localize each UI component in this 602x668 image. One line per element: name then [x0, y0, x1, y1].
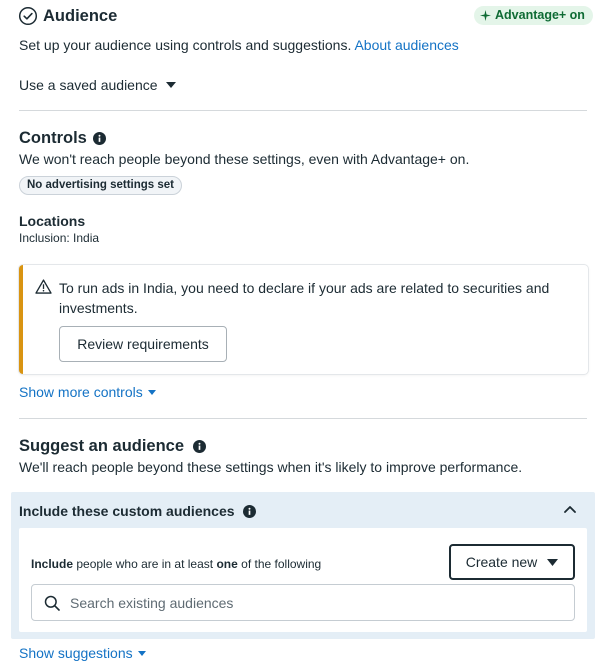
- locations-inclusion: Inclusion: India: [19, 231, 99, 246]
- controls-description: We won't reach people beyond these setti…: [19, 151, 470, 167]
- include-end: of the following: [241, 557, 322, 571]
- inclusion-label: Inclusion:: [19, 231, 70, 245]
- divider: [19, 418, 587, 419]
- advertising-settings-pill: No advertising settings set: [19, 176, 182, 195]
- warning-text: To run ads in India, you need to declare…: [59, 280, 550, 316]
- include-description: Include people who are in at least one o…: [31, 556, 321, 572]
- sparkle-icon: [480, 10, 491, 21]
- section-subtitle: Set up your audience using controls and …: [19, 36, 459, 54]
- controls-title: Controls: [19, 129, 87, 147]
- inclusion-value: India: [73, 231, 100, 245]
- info-icon[interactable]: [92, 131, 106, 145]
- securities-warning-card: To run ads in India, you need to declare…: [19, 265, 588, 374]
- info-icon[interactable]: [242, 504, 256, 518]
- warning-accent-bar: [19, 265, 23, 374]
- custom-audiences-title: Include these custom audiences: [19, 503, 235, 519]
- search-audiences-input[interactable]: [70, 585, 560, 620]
- review-requirements-button[interactable]: Review requirements: [59, 326, 227, 362]
- advantage-badge-label: Advantage+ on: [495, 8, 585, 22]
- info-icon[interactable]: [193, 439, 207, 453]
- advantage-badge: Advantage+ on: [474, 6, 593, 25]
- saved-audience-dropdown[interactable]: Use a saved audience: [19, 76, 176, 94]
- caret-down-icon: [137, 650, 146, 656]
- warning-triangle-icon: [35, 279, 52, 294]
- include-bold: Include: [31, 557, 74, 571]
- include-one: one: [216, 557, 238, 571]
- search-icon: [44, 595, 60, 611]
- search-audiences-field[interactable]: [31, 584, 575, 621]
- create-new-label: Create new: [465, 554, 538, 570]
- suggest-description: We'll reach people beyond these settings…: [19, 459, 523, 475]
- subtitle-text: Set up your audience using controls and …: [19, 37, 352, 53]
- create-new-button[interactable]: Create new: [449, 544, 575, 580]
- show-suggestions-label: Show suggestions: [19, 645, 133, 661]
- caret-down-icon: [547, 558, 559, 566]
- locations-title: Locations: [19, 213, 86, 229]
- show-more-controls-link[interactable]: Show more controls: [19, 383, 156, 401]
- check-circle-icon: [18, 6, 38, 26]
- divider: [19, 110, 587, 111]
- show-more-controls-label: Show more controls: [19, 384, 143, 400]
- saved-audience-label: Use a saved audience: [19, 77, 158, 93]
- suggest-heading: Suggest an audience: [19, 436, 207, 456]
- show-suggestions-link[interactable]: Show suggestions: [19, 644, 146, 662]
- chevron-up-icon[interactable]: [564, 505, 576, 513]
- caret-down-icon: [165, 82, 176, 88]
- section-title: Audience: [43, 7, 118, 25]
- include-mid: people who are in at least: [76, 557, 214, 571]
- custom-audiences-header[interactable]: Include these custom audiences: [19, 502, 256, 520]
- suggest-title: Suggest an audience: [19, 437, 185, 455]
- controls-heading: Controls: [19, 128, 106, 148]
- about-audiences-link[interactable]: About audiences: [354, 37, 458, 53]
- caret-down-icon: [147, 389, 156, 395]
